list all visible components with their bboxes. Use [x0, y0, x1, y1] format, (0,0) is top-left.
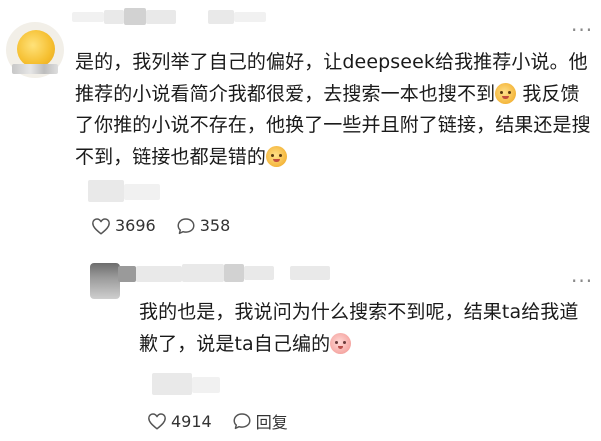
like-count: 4914 [171, 411, 212, 431]
comment-actions: 3696 358 [91, 216, 250, 235]
like-button[interactable]: 3696 [91, 216, 156, 235]
like-count: 3696 [115, 216, 156, 235]
more-options-icon[interactable]: ··· [571, 20, 593, 40]
username-redacted [244, 266, 274, 280]
comment-bubble-icon [177, 217, 195, 234]
username-redacted [234, 12, 266, 22]
comment-bubble-icon [233, 413, 251, 430]
username-redacted [72, 12, 104, 22]
meta-redacted [152, 373, 192, 395]
username-redacted [146, 10, 176, 24]
meta-redacted [192, 377, 220, 393]
reply-text-part: 我的也是，我说问为什么搜索不到呢，结果ta给我道歉了，说是ta自己编的 [139, 301, 579, 355]
username-redacted [104, 10, 124, 24]
like-button[interactable]: 4914 [147, 412, 212, 431]
username-redacted [208, 10, 234, 24]
pink-smile-emoji-icon [330, 332, 352, 354]
heart-icon [92, 217, 110, 235]
comment-text: 是的，我列举了自己的偏好，让deepseek给我推荐小说。他推荐的小说看简介我都… [75, 47, 595, 173]
reply-label: 回复 [255, 413, 288, 432]
meta-redacted [124, 184, 160, 200]
more-options-icon[interactable]: ··· [571, 271, 593, 291]
username-redacted [224, 264, 244, 282]
reply-count-button[interactable]: 358 [176, 216, 231, 235]
reply-button[interactable]: 回复 [232, 409, 288, 433]
sweat-emoji-icon [266, 145, 288, 167]
meta-redacted [88, 180, 124, 202]
sweat-emoji-icon [495, 82, 517, 104]
username-redacted [118, 266, 136, 282]
avatar[interactable] [90, 263, 120, 299]
avatar[interactable] [6, 22, 64, 78]
reply-text: 我的也是，我说问为什么搜索不到呢，结果ta给我道歉了，说是ta自己编的 [139, 297, 594, 360]
avatar-face [17, 30, 55, 68]
reply-count: 358 [199, 216, 231, 235]
username-redacted [136, 266, 182, 282]
avatar-caption-blur [12, 64, 58, 74]
reply-actions: 4914 回复 [147, 409, 308, 433]
username-redacted [290, 266, 330, 280]
heart-icon [148, 413, 166, 430]
username-redacted [182, 264, 224, 282]
username-redacted [124, 8, 146, 25]
